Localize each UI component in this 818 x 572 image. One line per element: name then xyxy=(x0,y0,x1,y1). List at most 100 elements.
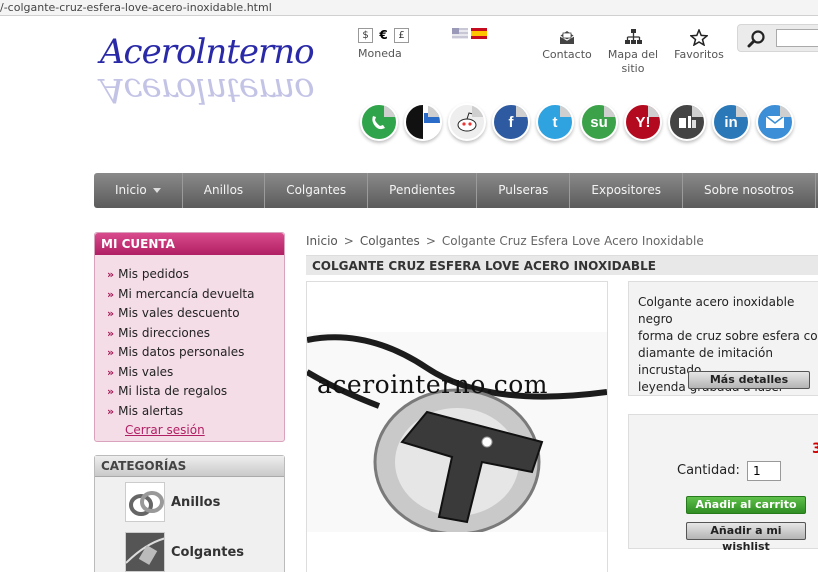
twitter-glyph: t xyxy=(552,113,558,131)
nav-item-pendientes[interactable]: Pendientes xyxy=(368,173,478,208)
twitter-icon[interactable]: t xyxy=(536,103,574,141)
pendants-thumbnail xyxy=(125,532,165,572)
category-item-anillos[interactable]: Anillos xyxy=(95,477,284,527)
account-menu-item[interactable]: » Mi lista de regalos xyxy=(107,382,284,402)
nav-item-sobre-nosotros[interactable]: Sobre nosotros xyxy=(683,173,816,208)
account-menu-label: Mi mercancía devuelta xyxy=(118,286,255,301)
yahoo-icon[interactable]: Y! xyxy=(624,103,662,141)
delicious-icon[interactable] xyxy=(404,103,442,141)
envelope-icon xyxy=(534,28,600,46)
site-logo[interactable]: Acerolnterno Acerolnterno xyxy=(96,32,326,112)
account-menu-label: Mis datos personales xyxy=(118,345,245,359)
email-icon[interactable] xyxy=(756,103,794,141)
category-name: Anillos xyxy=(171,494,221,510)
account-menu-label: Mi lista de regalos xyxy=(118,384,228,398)
more-details-button[interactable]: Más detalles xyxy=(688,371,810,389)
search-input[interactable] xyxy=(776,29,818,47)
nav-label: Colgantes xyxy=(286,183,347,197)
sitemap-link[interactable]: Mapa del sitio xyxy=(600,28,666,76)
double-chevron-icon: » xyxy=(107,326,115,340)
product-description: Colgante acero inoxidable negro forma de… xyxy=(628,281,818,396)
account-menu: » Mis pedidos» Mi mercancía devuelta» Mis v… xyxy=(95,255,284,421)
currency-label: Moneda xyxy=(358,47,402,60)
social-share-bar: f t su Y! in xyxy=(360,103,794,141)
stumbleupon-glyph: su xyxy=(590,113,608,131)
double-chevron-icon: » xyxy=(107,365,115,379)
double-chevron-icon: » xyxy=(107,307,115,320)
nav-item-pulseras[interactable]: Pulseras xyxy=(477,173,571,208)
add-to-cart-button[interactable]: Añadir al carrito xyxy=(686,496,806,514)
account-menu-label: Mis alertas xyxy=(118,403,184,418)
categories-box: CATEGORÍAS Anillos Colgantes xyxy=(94,455,285,572)
nav-item-expositores[interactable]: Expositores xyxy=(570,173,683,208)
favorites-link[interactable]: Favoritos xyxy=(666,28,732,76)
currency-pound-button[interactable]: £ xyxy=(394,28,409,43)
contact-label: Contacto xyxy=(542,48,592,61)
breadcrumb-colgantes[interactable]: Colgantes xyxy=(360,234,420,248)
us-flag-icon[interactable] xyxy=(452,28,468,39)
reddit-icon[interactable] xyxy=(448,103,486,141)
logo-text: Acerolnterno xyxy=(100,32,315,72)
account-menu-item[interactable]: » Mis vales descuento xyxy=(107,304,284,324)
es-flag-icon[interactable] xyxy=(471,28,487,39)
linkedin-icon[interactable]: in xyxy=(712,103,750,141)
facebook-glyph: f xyxy=(508,113,514,131)
product-title: COLGANTE CRUZ ESFERA LOVE ACERO INOXIDAB… xyxy=(306,255,818,275)
category-item-colgantes[interactable]: Colgantes xyxy=(95,527,284,572)
stumbleupon-icon[interactable]: su xyxy=(580,103,618,141)
double-chevron-icon: » xyxy=(107,404,115,418)
product-image-watermark: acerointerno.com xyxy=(317,370,549,399)
currency-selector: $ € £ Moneda xyxy=(358,28,409,60)
account-menu-item[interactable]: » Mis pedidos xyxy=(107,265,284,285)
top-links: Contacto Mapa del sitio Favoritos xyxy=(534,28,732,76)
category-name: Colgantes xyxy=(171,544,245,560)
favorites-label: Favoritos xyxy=(674,48,724,61)
account-menu-label: Mis vales xyxy=(118,364,174,379)
account-menu-label: Mis vales descuento xyxy=(118,306,240,320)
buy-box: 3, Cantidad: Añadir al carrito Añadir a … xyxy=(628,414,818,553)
account-menu-item[interactable]: » Mis alertas xyxy=(107,402,284,422)
search-icon[interactable] xyxy=(747,29,767,53)
browser-status-url: /-colgante-cruz-esfera-love-acero-inoxid… xyxy=(0,0,818,16)
nav-item-anillos[interactable]: Anillos xyxy=(183,173,266,208)
nav-item-inicio[interactable]: Inicio xyxy=(94,173,183,208)
account-menu-item[interactable]: » Mis datos personales xyxy=(107,343,284,363)
yahoo-glyph: Y! xyxy=(635,113,651,131)
sitemap-icon xyxy=(600,28,666,46)
logout-link[interactable]: Cerrar sesión xyxy=(125,423,284,437)
breadcrumb-home[interactable]: Inicio xyxy=(306,234,338,248)
account-menu-item[interactable]: » Mis vales xyxy=(107,363,284,383)
double-chevron-icon: » xyxy=(107,287,115,301)
whatsapp-icon[interactable] xyxy=(360,103,398,141)
double-chevron-icon: » xyxy=(107,385,115,398)
account-menu-item[interactable]: » Mis direcciones xyxy=(107,324,284,344)
facebook-icon[interactable]: f xyxy=(492,103,530,141)
sitemap-label: Mapa del sitio xyxy=(607,48,659,75)
digg-icon[interactable] xyxy=(668,103,706,141)
nav-label: Sobre nosotros xyxy=(703,183,794,197)
quantity-label: Cantidad: xyxy=(677,463,740,478)
breadcrumb-separator: > xyxy=(425,234,436,248)
account-menu-item[interactable]: » Mi mercancía devuelta xyxy=(107,285,284,305)
product-image[interactable]: acerointerno.com xyxy=(306,281,608,572)
logo-reflection: Acerolnterno xyxy=(100,70,314,110)
nav-item-colgantes[interactable]: Colgantes xyxy=(265,173,369,208)
currency-dollar-button[interactable]: $ xyxy=(358,28,373,43)
star-icon xyxy=(666,28,732,46)
add-to-wishlist-button[interactable]: Añadir a mi wishlist xyxy=(686,522,806,553)
breadcrumb-current: Colgante Cruz Esfera Love Acero Inoxidab… xyxy=(441,234,704,248)
product-price: 3, xyxy=(811,441,818,457)
account-title: MI CUENTA xyxy=(95,233,284,255)
currency-euro-button[interactable]: € xyxy=(376,28,391,43)
account-box: MI CUENTA » Mis pedidos» Mi mercancía devu… xyxy=(94,232,285,442)
account-menu-label: Mis pedidos xyxy=(118,267,190,281)
double-chevron-icon: » xyxy=(107,268,115,281)
nav-label: Inicio xyxy=(115,183,147,197)
product-photo: acerointerno.com xyxy=(307,332,607,532)
breadcrumb-separator: > xyxy=(343,234,354,248)
linkedin-glyph: in xyxy=(724,113,738,131)
contact-link[interactable]: Contacto xyxy=(534,28,600,76)
nav-label: Expositores xyxy=(591,183,661,197)
quantity-input[interactable] xyxy=(747,461,781,481)
double-chevron-icon: » xyxy=(107,346,115,359)
